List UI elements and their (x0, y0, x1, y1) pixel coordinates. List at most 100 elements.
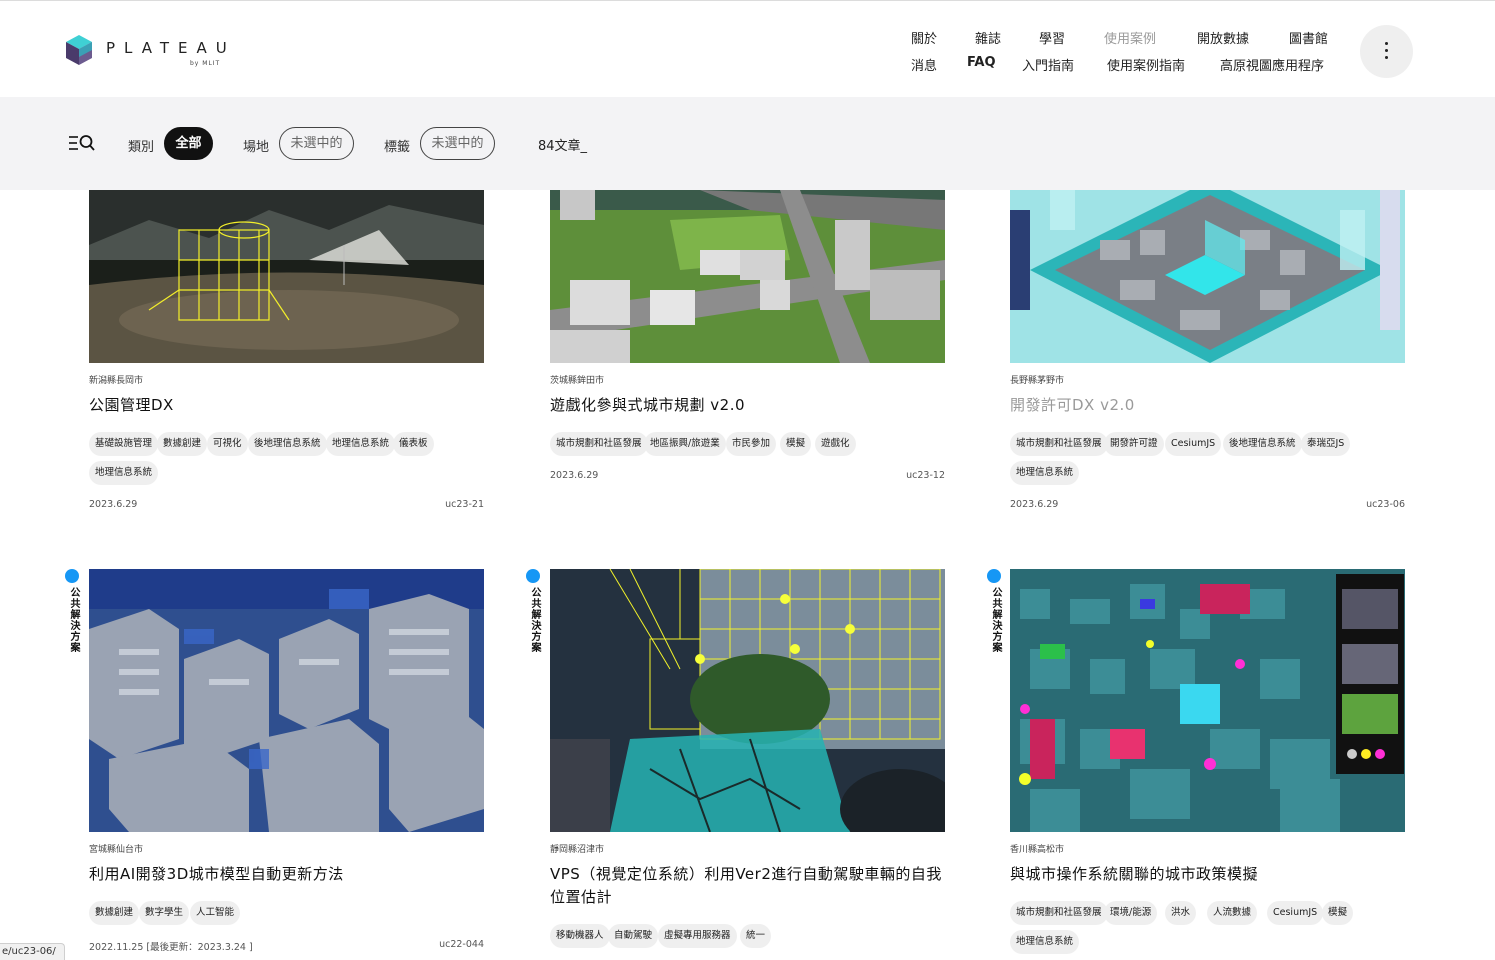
pointcloud-city-image (89, 569, 484, 832)
card-thumbnail[interactable] (89, 569, 484, 832)
card-tags: 數據創建 數字學生 人工智能 (89, 901, 484, 927)
tag-chip[interactable]: 後地理信息系統 (1223, 432, 1302, 456)
card-id: uc22-044 (439, 939, 484, 950)
badge-dot-icon (526, 569, 540, 583)
tag-chip[interactable]: 人工智能 (190, 901, 241, 925)
tag-chip[interactable]: 數據創建 (89, 901, 140, 925)
card-tags: 城市規劃和社區發展 開發許可證 CesiumJS 後地理信息系統 泰瑞亞JS 地… (1010, 432, 1405, 486)
tag-chip[interactable]: 城市規劃和社區發展 (550, 432, 648, 456)
nav-library[interactable]: 圖書館 (1289, 28, 1328, 47)
tag-chip[interactable]: 市民參加 (726, 432, 777, 456)
card-title[interactable]: 公園管理DX (89, 394, 484, 417)
tag-chip[interactable]: 移動機器人 (550, 924, 610, 948)
game-city-image (550, 190, 945, 363)
nav-open-data[interactable]: 開放數據 (1197, 28, 1249, 47)
card-title[interactable]: VPS（視覺定位系統）利用Ver2進行自動駕駛車輛的自我位置估計 (550, 863, 945, 909)
tag-chip[interactable]: 地理信息系統 (1010, 930, 1080, 954)
nav-learning[interactable]: 學習 (1039, 28, 1065, 47)
card-date: 2022.11.25 [最後更新：2023.3.24 ] (89, 942, 253, 953)
nav-about[interactable]: 關於 (911, 28, 937, 47)
card-id: uc23-12 (906, 470, 945, 481)
card-thumbnail[interactable] (550, 569, 945, 832)
tag-chip[interactable]: 城市規劃和社區發展 (1010, 901, 1108, 925)
filter-bar: 類別 全部 場地 未選中的 標籤 未選中的 84文章_ (0, 97, 1495, 190)
card-tags: 城市規劃和社區發展 地區振興/旅遊業 市民參加 模擬 遊戲化 (550, 432, 945, 458)
tag-chip[interactable]: 泰瑞亞JS (1301, 432, 1351, 456)
tag-select-pill[interactable]: 未選中的 (420, 127, 495, 160)
badge-label: 公共解決方案 (990, 587, 1001, 653)
nav-faq[interactable]: FAQ (967, 55, 996, 70)
tag-chip[interactable]: 自動駕駛 (608, 924, 659, 948)
tag-chip[interactable]: 可視化 (207, 432, 248, 456)
tag-label: 標籤 (384, 140, 411, 155)
more-menu-button[interactable] (1360, 25, 1413, 78)
use-case-card[interactable]: 宮城縣仙台市 利用AI開發3D城市模型自動更新方法 數據創建 數字學生 人工智能… (89, 569, 484, 960)
tag-chip[interactable]: 儀表板 (393, 432, 434, 456)
nav-getting-started[interactable]: 入門指南 (1022, 55, 1074, 74)
tag-chip[interactable]: 統一 (740, 924, 772, 948)
nav-use-case-guide[interactable]: 使用案例指南 (1107, 55, 1185, 74)
card-location: 靜岡縣沼津市 (550, 845, 605, 855)
card-title[interactable]: 與城市操作系統關聯的城市政策模擬 (1010, 863, 1405, 886)
card-title[interactable]: 利用AI開發3D城市模型自動更新方法 (89, 863, 484, 886)
category-label: 類別 (128, 140, 155, 155)
place-select-pill[interactable]: 未選中的 (279, 127, 354, 160)
tag-chip[interactable]: CesiumJS (1165, 432, 1222, 456)
card-title[interactable]: 開發許可DX v2.0 (1010, 394, 1405, 417)
tag-chip[interactable]: 基礎設施管理 (89, 432, 159, 456)
article-count: 84文章_ (538, 139, 588, 154)
nav-news[interactable]: 消息 (911, 55, 937, 74)
card-tags: 移動機器人 自動駕駛 虛擬專用服務器 統一 (550, 924, 945, 950)
nav-use-cases[interactable]: 使用案例 (1104, 28, 1156, 47)
nav-bottom-row: 消息 FAQ 入門指南 使用案例指南 高原視圖應用程序 (0, 55, 1340, 75)
card-thumbnail[interactable] (1010, 569, 1405, 832)
card-location: 茨城縣鉾田市 (550, 376, 605, 386)
card-title[interactable]: 遊戲化參與式城市規劃 v2.0 (550, 394, 945, 417)
tag-chip[interactable]: 數據創建 (157, 432, 208, 456)
nav-magazine[interactable]: 雜誌 (975, 28, 1001, 47)
use-case-card[interactable]: 新潟縣長岡市 公園管理DX 基礎設施管理 數據創建 可視化 後地理信息系統 地理… (89, 190, 484, 520)
card-tags: 城市規劃和社區發展 環境/能源 洪水 人流數據 CesiumJS 模擬 地理信息… (1010, 901, 1405, 955)
tag-chip[interactable]: 遊戲化 (815, 432, 856, 456)
use-case-card[interactable]: 香川縣高松市 與城市操作系統關聯的城市政策模擬 城市規劃和社區發展 環境/能源 … (1010, 569, 1405, 960)
category-all-pill[interactable]: 全部 (164, 127, 213, 160)
card-thumbnail[interactable] (1010, 190, 1405, 363)
card-thumbnail[interactable] (89, 190, 484, 363)
filter-search-icon[interactable] (69, 134, 95, 152)
city-os-simulation-image (1010, 569, 1405, 832)
tag-chip[interactable]: 地區振興/旅遊業 (644, 432, 726, 456)
card-date: 2023.6.29 (550, 470, 599, 481)
tag-chip[interactable]: 虛擬專用服務器 (658, 924, 737, 948)
use-case-card[interactable]: 長野縣茅野市 開發許可DX v2.0 城市規劃和社區發展 開發許可證 Cesiu… (1010, 190, 1405, 520)
nav-plateau-view-app[interactable]: 高原視圖應用程序 (1220, 55, 1324, 74)
tag-chip[interactable]: 數字學生 (139, 901, 190, 925)
site-header: PLATEAU by MLIT 關於 雜誌 學習 使用案例 開放數據 圖書館 消… (0, 3, 1495, 97)
card-location: 香川縣高松市 (1010, 845, 1065, 855)
tag-chip[interactable]: 模擬 (1322, 901, 1354, 925)
tag-chip[interactable]: 後地理信息系統 (248, 432, 327, 456)
tag-chip[interactable]: 地理信息系統 (1010, 461, 1080, 485)
tag-chip[interactable]: 地理信息系統 (89, 461, 159, 485)
dot-icon (1385, 49, 1388, 52)
public-solution-badge: 公共解決方案 (526, 569, 546, 659)
badge-dot-icon (65, 569, 79, 583)
place-label: 場地 (243, 140, 270, 155)
use-case-card[interactable]: 茨城縣鉾田市 遊戲化參與式城市規劃 v2.0 城市規劃和社區發展 地區振興/旅遊… (550, 190, 945, 520)
tag-chip[interactable]: 開發許可證 (1104, 432, 1164, 456)
badge-dot-icon (987, 569, 1001, 583)
tag-chip[interactable]: 人流數據 (1207, 901, 1258, 925)
tag-chip[interactable]: CesiumJS (1267, 901, 1324, 925)
tag-chip[interactable]: 環境/能源 (1104, 901, 1158, 925)
tag-chip[interactable]: 城市規劃和社區發展 (1010, 432, 1108, 456)
tag-chip[interactable]: 洪水 (1165, 901, 1197, 925)
badge-label: 公共解決方案 (68, 587, 79, 653)
card-date: 2023.6.29 (1010, 499, 1059, 510)
card-thumbnail[interactable] (550, 190, 945, 363)
status-bar-url: e/uc23-06/ (0, 943, 65, 960)
card-id: uc23-21 (445, 499, 484, 510)
park-pointcloud-image (89, 190, 484, 363)
tag-chip[interactable]: 地理信息系統 (326, 432, 396, 456)
tag-chip[interactable]: 模擬 (780, 432, 812, 456)
use-case-card[interactable]: 靜岡縣沼津市 VPS（視覺定位系統）利用Ver2進行自動駕駛車輛的自我位置估計 … (550, 569, 945, 960)
public-solution-badge: 公共解決方案 (987, 569, 1007, 659)
